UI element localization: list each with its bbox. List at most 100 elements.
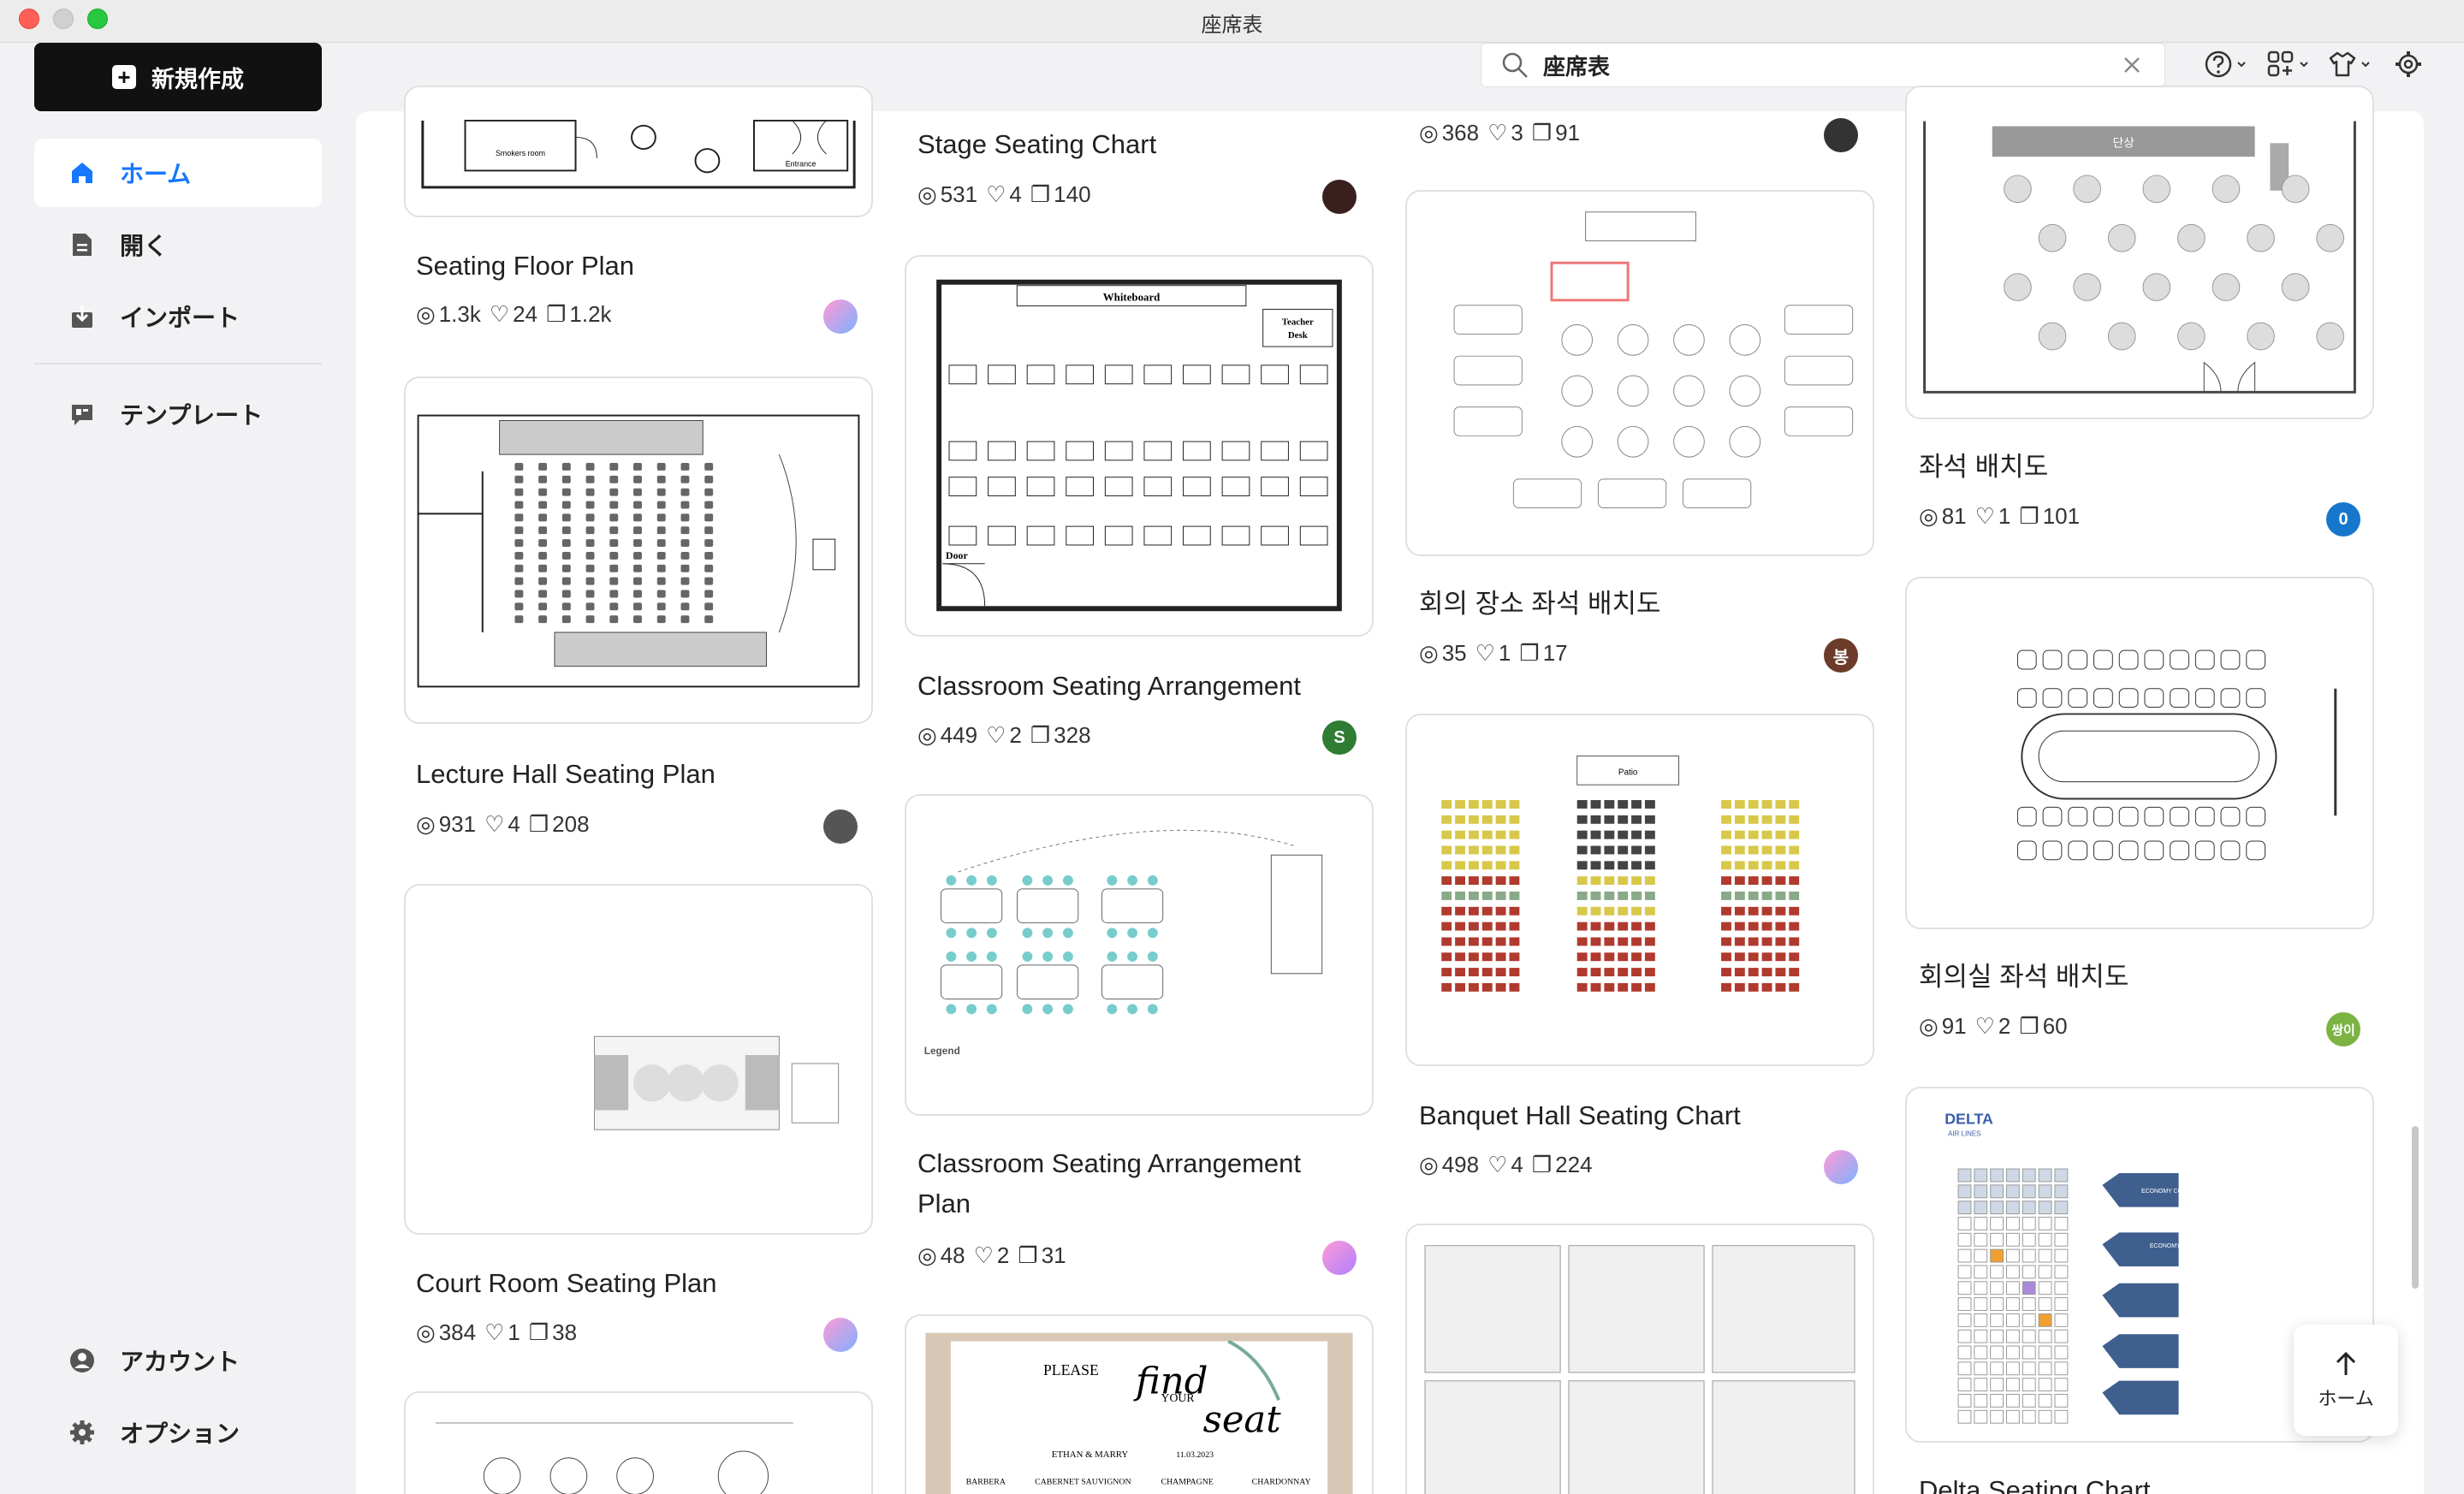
seat	[585, 526, 595, 535]
banquet-seat	[1761, 952, 1772, 962]
copies-count: 140	[1054, 181, 1091, 207]
settings-button[interactable]	[2394, 46, 2423, 82]
likes-count: 4	[1009, 181, 1022, 207]
avatar[interactable]	[1322, 1241, 1357, 1275]
clear-search-button[interactable]	[2115, 48, 2149, 82]
banquet-seat	[1761, 982, 1772, 992]
seat	[514, 475, 524, 483]
copies-count: 60	[2042, 1013, 2068, 1039]
card-title[interactable]: Delta Seating Chart	[1919, 1470, 2347, 1494]
couple-text: ETHAN & MARRY	[1052, 1450, 1129, 1460]
card-thumbnail-banquet-hall[interactable]: Patio	[1405, 714, 1874, 1066]
avatar[interactable]	[823, 809, 858, 844]
likes-count: 2	[1009, 722, 1022, 748]
card-thumbnail-find-your-seat[interactable]: PLEASE find YOUR seat ETHAN & MARRY 11.0…	[905, 1314, 1374, 1494]
plane-seat	[2038, 1313, 2052, 1327]
avatar[interactable]	[1824, 118, 1858, 152]
student	[1022, 875, 1033, 886]
search-bar[interactable]: 座席表	[1481, 43, 2165, 87]
avatar[interactable]	[823, 299, 858, 334]
theme-menu-button[interactable]	[2328, 46, 2371, 82]
banquet-seat	[1775, 952, 1786, 962]
avatar[interactable]: S	[1322, 720, 1357, 755]
card-title[interactable]: Classroom Seating Arrangement Plan	[917, 1143, 1345, 1224]
card-thumbnail-classroom[interactable]: Whiteboard Teacher Desk Door	[905, 255, 1374, 637]
card-thumbnail-seating-layout-kr[interactable]: 단상	[1905, 86, 2374, 419]
card-title[interactable]: Classroom Seating Arrangement	[917, 666, 1345, 706]
copies-count: 17	[1542, 640, 1568, 666]
seat	[609, 564, 619, 572]
seat	[680, 475, 690, 483]
card-title[interactable]: 회의 장소 좌석 배치도	[1419, 584, 1847, 624]
card-thumbnail-lecture-hall[interactable]	[404, 376, 873, 724]
card-title[interactable]: Banquet Hall Seating Chart	[1419, 1095, 1847, 1135]
banquet-seat	[1734, 800, 1745, 809]
chair	[2093, 688, 2113, 708]
seat	[656, 526, 666, 535]
card-thumbnail-round-table[interactable]	[404, 1391, 873, 1494]
banquet-seat	[1576, 968, 1588, 977]
avatar[interactable]	[1824, 1150, 1858, 1184]
banquet-seat	[1775, 845, 1786, 855]
seat	[609, 475, 619, 483]
card-thumbnail-court-room[interactable]	[404, 884, 873, 1235]
banquet-seat	[1441, 982, 1452, 992]
sidebar-item-account[interactable]: アカウント	[34, 1326, 322, 1395]
avatar[interactable]: 봉	[1824, 638, 1858, 673]
plane-seat	[2038, 1217, 2052, 1230]
banquet-seat	[1734, 861, 1745, 870]
banquet-seat	[1495, 876, 1506, 886]
search-input[interactable]: 座席表	[1543, 50, 2115, 81]
banquet-seat	[1748, 815, 1759, 824]
plane-seat	[1974, 1248, 1988, 1263]
scrollbar[interactable]	[2412, 1126, 2419, 1289]
seat	[680, 564, 690, 572]
seating-layout-kr-drawing: 단상	[1923, 121, 2356, 394]
seat	[514, 526, 524, 535]
card-thumbnail-meeting-room-kr[interactable]	[1905, 577, 2374, 929]
plane-seat	[2054, 1409, 2069, 1424]
seat	[585, 513, 595, 522]
sidebar-item-options[interactable]: オプション	[34, 1398, 322, 1467]
plane-seat	[1974, 1217, 1988, 1230]
card-thumbnail-office-layout[interactable]	[1405, 1224, 1874, 1494]
card-stats: ◎ 384 ♡ 1 ❐ 38	[416, 1319, 577, 1346]
banquet-seat	[1721, 800, 1731, 809]
seat	[656, 590, 666, 598]
sidebar-item-open[interactable]: 開く	[34, 210, 322, 279]
banquet-seat	[1604, 937, 1615, 946]
card-title[interactable]: 회의실 좌석 배치도	[1919, 957, 2347, 997]
seat	[656, 475, 666, 483]
card-title[interactable]: Stage Seating Chart	[917, 124, 1345, 164]
banquet-seat	[1455, 800, 1465, 809]
card-title[interactable]: 좌석 배치도	[1919, 447, 2347, 487]
card-thumbnail-seating-floor-plan[interactable]: Smokers room Entrance	[404, 86, 873, 217]
avatar[interactable]	[823, 1318, 858, 1352]
avatar[interactable]	[1322, 180, 1357, 214]
new-create-button[interactable]: + 新規作成	[34, 43, 322, 111]
banquet-seat	[1468, 815, 1479, 824]
banquet-table	[2073, 175, 2101, 204]
sidebar-item-import[interactable]: インポート	[34, 282, 322, 351]
help-menu-button[interactable]	[2204, 46, 2247, 82]
banquet-seat	[1748, 891, 1759, 900]
card-title[interactable]: Seating Floor Plan	[416, 246, 844, 286]
avatar[interactable]: 0	[2326, 502, 2360, 537]
card-title[interactable]: Lecture Hall Seating Plan	[416, 754, 844, 794]
card-thumbnail-classroom-plan[interactable]: Legend	[905, 794, 1374, 1116]
gear-icon	[68, 1419, 96, 1446]
seat	[609, 602, 619, 611]
scroll-to-top-button[interactable]: ホーム	[2294, 1325, 2398, 1436]
apps-menu-button[interactable]	[2266, 46, 2309, 82]
desk	[1299, 525, 1328, 546]
card-title[interactable]: Court Room Seating Plan	[416, 1263, 844, 1303]
plane-seat	[1990, 1329, 2004, 1343]
avatar[interactable]: 쌍이	[2326, 1012, 2360, 1046]
card-thumbnail-meeting-venue[interactable]	[1405, 190, 1874, 556]
banquet-seat	[1590, 845, 1601, 855]
banquet-seat	[1789, 891, 1800, 900]
plane-seat	[1974, 1409, 1988, 1424]
sidebar-item-home[interactable]: ホーム	[34, 139, 322, 207]
sidebar-item-templates[interactable]: テンプレート	[34, 380, 322, 448]
plane-seat	[2054, 1217, 2069, 1230]
